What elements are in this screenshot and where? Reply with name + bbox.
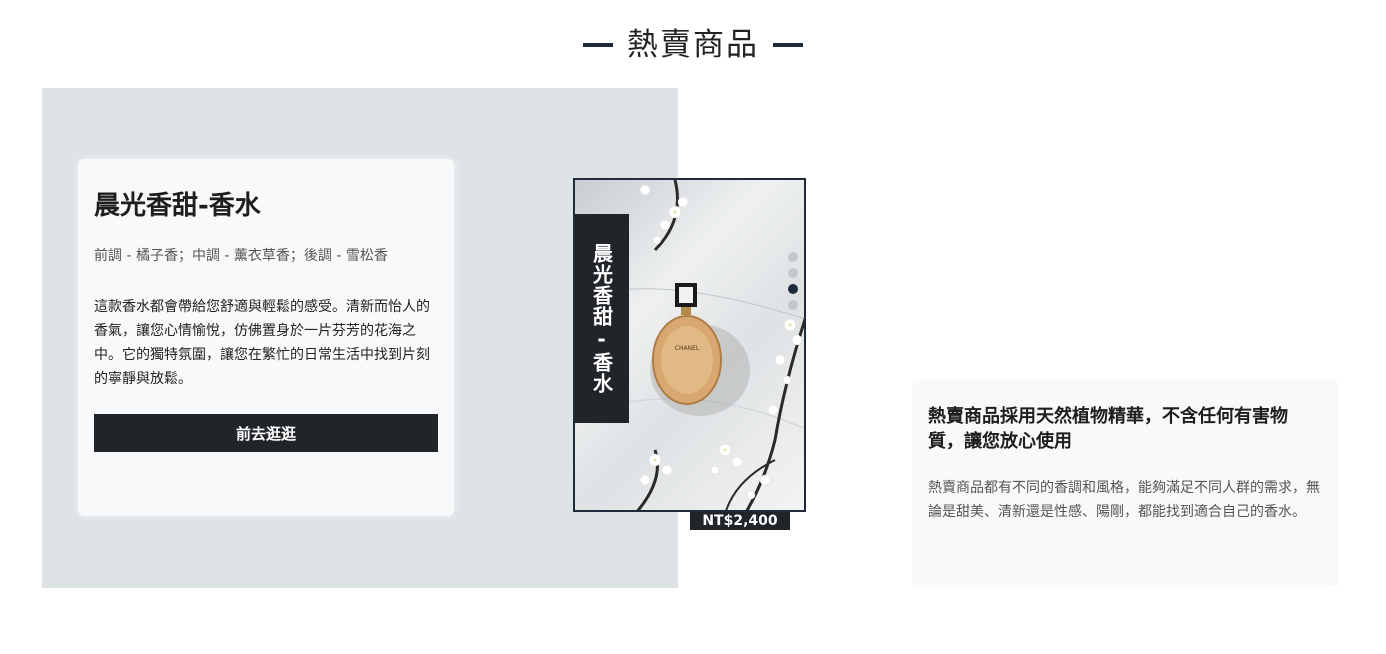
- carousel-dots: [788, 252, 798, 310]
- info-body: 熱賣商品都有不同的香調和風格，能夠滿足不同人群的需求，無論是甜美、清新還是性感、…: [928, 480, 1320, 520]
- info-heading: 熱賣商品採用天然植物精華，不含任何有害物質，讓您放心使用: [928, 406, 1288, 452]
- carousel-dot[interactable]: [788, 268, 798, 278]
- product-card: 晨光香甜-香水 前調 - 橘子香；中調 - 薰衣草香；後調 - 雪松香 這款香水…: [78, 159, 454, 516]
- vertical-product-title: 晨光香甜-香水: [575, 214, 629, 423]
- heading-left-rule: [583, 43, 613, 47]
- price-tag: NT$2,400: [690, 512, 790, 530]
- info-card: 熱賣商品採用天然植物精華，不含任何有害物質，讓您放心使用 熱賣商品都有不同的香調…: [912, 380, 1339, 587]
- product-name: 晨光香甜-香水: [94, 191, 261, 221]
- carousel-dot[interactable]: [788, 300, 798, 310]
- product-notes: 前調 - 橘子香；中調 - 薰衣草香；後調 - 雪松香: [94, 248, 388, 264]
- carousel-dot[interactable]: [788, 252, 798, 262]
- heading-right-rule: [773, 43, 803, 47]
- product-description: 這款香水都會帶給您舒適與輕鬆的感受。清新而怡人的香氣，讓您心情愉悅，仿佛置身於一…: [94, 299, 430, 387]
- bottle-brand-label: CHANEL: [675, 345, 700, 352]
- carousel-dot-active[interactable]: [788, 284, 798, 294]
- shop-now-button[interactable]: 前去逛逛: [94, 414, 438, 452]
- section-title: 熱賣商品: [627, 27, 759, 63]
- section-heading: 熱賣商品: [0, 22, 1386, 68]
